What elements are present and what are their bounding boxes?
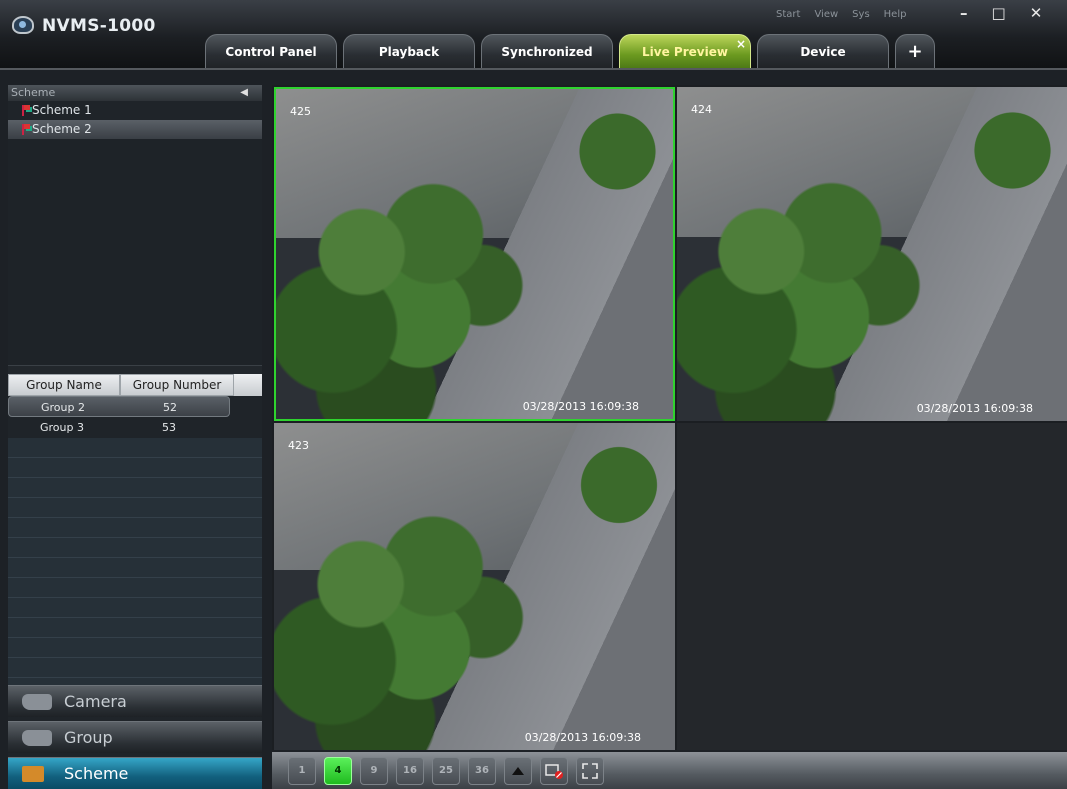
tab-label: Control Panel [225, 44, 317, 59]
channel-label: 423 [288, 439, 309, 452]
menu-view[interactable]: View [814, 9, 838, 20]
group-table-header: Group Name Group Number [8, 374, 262, 396]
camera-feed [677, 87, 1067, 421]
group-table-empty-rows [8, 438, 262, 696]
fullscreen-button[interactable] [576, 756, 604, 785]
title-bar: NVMS-1000 Start View Sys Help – □ ✕ Cont… [0, 0, 1067, 70]
panel-splitter[interactable] [8, 366, 262, 374]
scheme-header-label: Scheme [11, 86, 56, 99]
add-tab-button[interactable]: + [895, 34, 935, 68]
tab-label: Live Preview [642, 44, 728, 59]
tab-device[interactable]: Device [757, 34, 889, 68]
top-menu: Start View Sys Help [776, 9, 906, 20]
group-number-cell: 52 [163, 401, 177, 414]
camera-feed [276, 89, 673, 419]
layout-36-button[interactable]: 36 [468, 756, 496, 785]
layout-4-button[interactable]: 4 [324, 756, 352, 785]
main-tabs: Control Panel Playback Synchronized Live… [205, 34, 935, 68]
layout-toolbar: 1 4 9 16 25 36 [272, 752, 1067, 789]
flag-icon [22, 124, 30, 135]
table-row[interactable]: Group 2 52 [8, 396, 230, 417]
group-icon [22, 730, 52, 746]
column-header-group-name[interactable]: Group Name [8, 374, 120, 396]
video-cell[interactable]: 424 03/28/2013 16:09:38 [677, 87, 1067, 421]
video-cell[interactable]: 425 03/28/2013 16:09:38 [274, 87, 675, 421]
hide-toolbar-button[interactable] [504, 756, 532, 785]
menu-start[interactable]: Start [776, 9, 800, 20]
tab-control-panel[interactable]: Control Panel [205, 34, 337, 68]
scheme-item-label: Scheme 1 [32, 103, 92, 117]
nav-label: Scheme [64, 764, 129, 783]
timestamp-overlay: 03/28/2013 16:09:38 [916, 402, 1033, 415]
stop-preview-icon [545, 763, 563, 779]
tab-label: Synchronized [501, 44, 593, 59]
scheme-list-item[interactable]: Scheme 1 [8, 101, 262, 120]
app-logo-icon [12, 16, 34, 34]
nav-camera-button[interactable]: Camera [8, 685, 262, 717]
layout-9-button[interactable]: 9 [360, 756, 388, 785]
scheme-list-item[interactable]: Scheme 2 [8, 120, 262, 139]
layout-16-button[interactable]: 16 [396, 756, 424, 785]
video-cell[interactable]: 423 03/28/2013 16:09:38 [274, 423, 675, 750]
maximize-icon[interactable]: □ [992, 4, 1006, 22]
left-panel: Scheme ◀ Scheme 1 Scheme 2 Group Name Gr… [8, 85, 262, 789]
menu-help[interactable]: Help [884, 9, 907, 20]
flag-icon [22, 105, 30, 116]
camera-feed [274, 423, 675, 750]
timestamp-overlay: 03/28/2013 16:09:38 [524, 731, 641, 744]
layout-1-button[interactable]: 1 [288, 756, 316, 785]
tab-live-preview[interactable]: Live Preview × [619, 34, 751, 68]
plus-icon: + [907, 41, 923, 62]
tab-label: Device [800, 44, 846, 59]
column-header-group-number[interactable]: Group Number [120, 374, 234, 396]
timestamp-overlay: 03/28/2013 16:09:38 [522, 400, 639, 413]
nvms-window: NVMS-1000 Start View Sys Help – □ ✕ Cont… [0, 0, 1067, 789]
scheme-list-empty-area [8, 139, 262, 366]
video-cell-empty[interactable] [677, 423, 1067, 750]
nav-group-button[interactable]: Group [8, 721, 262, 753]
tab-synchronized[interactable]: Synchronized [481, 34, 613, 68]
tab-playback[interactable]: Playback [343, 34, 475, 68]
menu-sys[interactable]: Sys [852, 9, 869, 20]
app-title: NVMS-1000 [42, 16, 156, 36]
fullscreen-icon [582, 762, 598, 779]
channel-label: 425 [290, 105, 311, 118]
tab-close-icon[interactable]: × [736, 37, 746, 51]
camera-icon [22, 694, 52, 710]
nav-label: Group [64, 728, 113, 747]
scheme-item-label: Scheme 2 [32, 122, 92, 136]
channel-label: 424 [691, 103, 712, 116]
up-arrow-icon [512, 766, 524, 775]
scheme-panel-header: Scheme ◀ [8, 85, 262, 101]
table-row[interactable]: Group 3 53 [8, 417, 262, 438]
scheme-icon [22, 766, 44, 782]
stop-all-preview-button[interactable] [540, 756, 568, 785]
window-controls: – □ ✕ [960, 4, 1042, 22]
close-icon[interactable]: ✕ [1030, 4, 1043, 22]
layout-25-button[interactable]: 25 [432, 756, 460, 785]
live-video-grid: 425 03/28/2013 16:09:38 424 03/28/2013 1… [272, 85, 1067, 750]
minimize-icon[interactable]: – [960, 4, 968, 22]
group-number-cell: 53 [162, 421, 176, 434]
nav-label: Camera [64, 692, 127, 711]
nav-scheme-button[interactable]: Scheme [8, 757, 262, 789]
tab-label: Playback [378, 44, 440, 59]
group-name-cell: Group 2 [41, 401, 85, 414]
group-name-cell: Group 3 [40, 421, 84, 434]
collapse-left-icon[interactable]: ◀ [240, 85, 248, 101]
